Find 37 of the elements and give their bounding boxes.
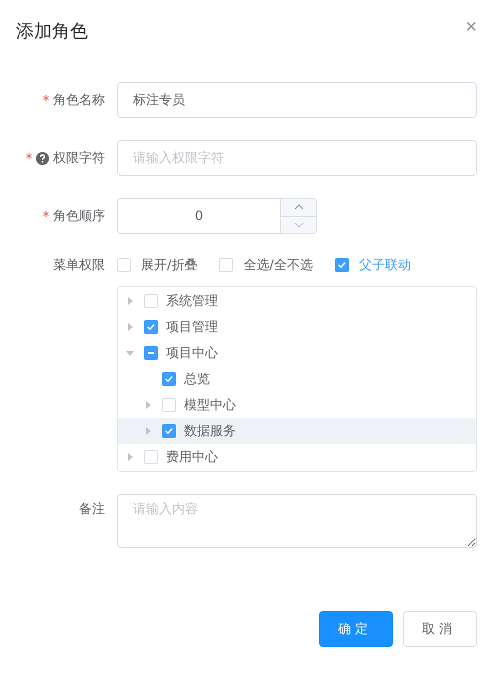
tree-node-label: 项目中心 (166, 345, 218, 362)
dialog-title: 添加角色 (16, 20, 88, 43)
input-field[interactable]: 请输入权限字符 (117, 140, 477, 176)
field-label: 角色名称 (53, 92, 105, 109)
increment-button[interactable] (281, 199, 316, 216)
help-icon[interactable] (36, 152, 49, 164)
tree-node-label: 系统管理 (166, 293, 218, 310)
field-label: 备注 (79, 501, 105, 518)
decrement-button[interactable] (281, 216, 316, 233)
tree-node-label: 费用中心 (166, 449, 218, 466)
checkbox-option[interactable]: 全选/全不选 (219, 256, 313, 274)
checkbox[interactable] (162, 372, 176, 386)
check-icon (147, 324, 155, 330)
remark-field[interactable]: 请输入内容 (117, 494, 477, 548)
chevron-up-icon (294, 204, 304, 210)
tree-node-label: 项目管理 (166, 319, 218, 336)
tree-node[interactable]: 数据服务 (118, 418, 476, 444)
dash-icon (148, 352, 154, 354)
checkbox[interactable] (144, 320, 158, 334)
check-icon (165, 428, 173, 434)
check-icon (338, 262, 346, 268)
check-icon (165, 376, 173, 382)
chevron-down-icon (294, 222, 304, 228)
checkbox[interactable] (144, 346, 158, 360)
confirm-button[interactable]: 确定 (319, 611, 393, 647)
checkbox[interactable] (162, 424, 176, 438)
input-field[interactable]: 标注专员 (117, 82, 477, 118)
field-label: 菜单权限 (53, 257, 105, 274)
field-label: 角色顺序 (53, 208, 105, 225)
tree-node-label: 数据服务 (184, 423, 236, 440)
tree-node-label: 模型中心 (184, 397, 236, 414)
number-field[interactable]: 0 (117, 198, 317, 234)
cancel-button[interactable]: 取消 (403, 611, 477, 647)
tree-node-label: 总览 (184, 371, 210, 388)
close-button[interactable]: × (465, 16, 477, 38)
field-label: 权限字符 (53, 150, 105, 167)
checkbox-option[interactable]: 展开/折叠 (117, 256, 198, 274)
